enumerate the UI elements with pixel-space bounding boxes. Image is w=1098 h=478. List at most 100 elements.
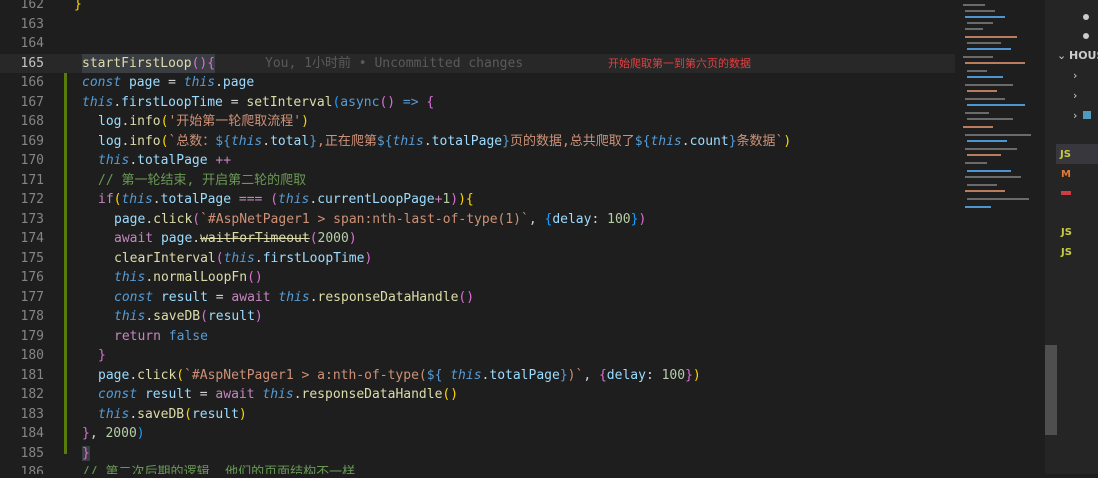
js-file-icon: JS bbox=[1061, 227, 1072, 238]
scrollbar-thumb[interactable] bbox=[1045, 345, 1057, 435]
code-text: }, 2000) bbox=[82, 426, 145, 441]
line-number: 177 bbox=[20, 289, 44, 305]
line-number: 165 bbox=[20, 55, 44, 71]
line-number: 172 bbox=[20, 192, 44, 207]
code-line[interactable]: 185 } bbox=[0, 444, 955, 464]
code-line[interactable]: 184 }, 2000) bbox=[0, 424, 955, 444]
code-text: } bbox=[98, 348, 106, 363]
code-text: } bbox=[74, 0, 82, 12]
code-line[interactable]: 163 bbox=[0, 15, 955, 35]
code-line[interactable]: 167 this.firstLoopTime = setInterval(asy… bbox=[0, 93, 955, 113]
folder-title: HOUS bbox=[1069, 49, 1098, 62]
code-text: } bbox=[82, 445, 90, 461]
line-number: 186 bbox=[20, 465, 44, 474]
code-text: log.info('开始第一轮爬取流程') bbox=[98, 114, 309, 129]
line-number: 184 bbox=[20, 426, 44, 441]
line-number: 170 bbox=[20, 153, 44, 168]
explorer-panel[interactable]: ⌄HOUS › › › JS M JS JS bbox=[1056, 0, 1098, 474]
line-number: 180 bbox=[20, 348, 44, 363]
code-line[interactable]: 183 this.saveDB(result) bbox=[0, 405, 955, 425]
line-number: 166 bbox=[20, 75, 44, 90]
code-text: log.info(`总数：${this.total},正在爬第${this.to… bbox=[98, 133, 792, 149]
line-number: 163 bbox=[20, 16, 44, 32]
js-file-icon: JS bbox=[1060, 149, 1071, 160]
line-number: 171 bbox=[20, 172, 44, 188]
explorer-folder[interactable]: › bbox=[1057, 86, 1098, 106]
code-line[interactable]: 178 this.saveDB(result) bbox=[0, 307, 955, 327]
line-number: 179 bbox=[20, 328, 44, 344]
line-number: 175 bbox=[20, 250, 44, 266]
code-line[interactable]: 175 clearInterval(this.firstLoopTime) bbox=[0, 249, 955, 269]
code-text: if(this.totalPage === (this.currentLoopP… bbox=[98, 192, 474, 207]
chevron-right-icon: › bbox=[1073, 109, 1078, 122]
code-line[interactable]: 174 await page.waitForTimeout(2000) bbox=[0, 229, 955, 249]
code-text: this.firstLoopTime = setInterval(async()… bbox=[82, 94, 435, 110]
minimap-preview bbox=[963, 4, 1031, 208]
code-line[interactable]: 182 const result = await this.responseDa… bbox=[0, 385, 955, 405]
code-line[interactable]: 170 this.totalPage ++ bbox=[0, 151, 955, 171]
explorer-folder[interactable]: › bbox=[1057, 106, 1098, 126]
explorer-file-active[interactable]: JS bbox=[1056, 144, 1098, 164]
line-number: 176 bbox=[20, 270, 44, 285]
explorer-folder[interactable]: › bbox=[1057, 66, 1098, 86]
code-line[interactable]: 164 bbox=[0, 34, 955, 54]
code-text: this.totalPage ++ bbox=[98, 153, 232, 168]
minimap[interactable] bbox=[955, 0, 1045, 474]
line-number: 185 bbox=[20, 445, 44, 461]
unsaved-dot-icon bbox=[1083, 33, 1089, 39]
line-number: 182 bbox=[20, 387, 44, 402]
line-number: 178 bbox=[20, 309, 44, 324]
markdown-file-icon: M bbox=[1061, 169, 1071, 180]
code-text: const page = this.page bbox=[82, 75, 255, 90]
code-line[interactable]: 166 const page = this.page bbox=[0, 73, 955, 93]
code-line[interactable]: 186 // 第二次后期的逻辑, 他们的页面结构不一样 bbox=[0, 463, 955, 474]
code-text: this.normalLoopFn() bbox=[114, 270, 263, 285]
unsaved-dot-icon bbox=[1083, 14, 1089, 20]
code-line[interactable]: 169 log.info(`总数：${this.total},正在爬第${thi… bbox=[0, 132, 955, 152]
code-comment: // 第二次后期的逻辑, 他们的页面结构不一样 bbox=[82, 465, 356, 474]
js-file-icon: JS bbox=[1061, 247, 1072, 258]
explorer-file[interactable] bbox=[1057, 182, 1098, 202]
code-text: this.saveDB(result) bbox=[114, 309, 263, 324]
code-line[interactable]: 162 } bbox=[0, 0, 955, 15]
chevron-down-icon: ⌄ bbox=[1057, 49, 1067, 62]
code-line[interactable]: 172 if(this.totalPage === (this.currentL… bbox=[0, 190, 955, 210]
code-line[interactable]: 176 this.normalLoopFn() bbox=[0, 268, 955, 288]
code-editor[interactable]: 162 } 163 164 165 startFirstLoop(){ You,… bbox=[0, 0, 955, 474]
code-line[interactable]: 179 return false bbox=[0, 327, 955, 347]
code-comment: // 第一轮结束, 开启第二轮的爬取 bbox=[98, 172, 307, 188]
folder-icon bbox=[1083, 111, 1092, 119]
line-number: 169 bbox=[20, 133, 44, 149]
line-number: 173 bbox=[20, 211, 44, 227]
code-text: page.click(`#AspNetPager1 > span:nth-las… bbox=[114, 211, 647, 227]
code-text: clearInterval(this.firstLoopTime) bbox=[114, 250, 373, 266]
explorer-file[interactable]: JS bbox=[1057, 222, 1098, 242]
code-line[interactable]: 181 page.click(`#AspNetPager1 > a:nth-of… bbox=[0, 366, 955, 386]
code-line[interactable]: 171 // 第一轮结束, 开启第二轮的爬取 bbox=[0, 171, 955, 191]
line-number: 183 bbox=[20, 406, 44, 422]
code-text: await page.waitForTimeout(2000) bbox=[114, 231, 357, 246]
code-line[interactable]: 180 } bbox=[0, 346, 955, 366]
line-number: 168 bbox=[20, 114, 44, 129]
code-text: const result = await this.responseDataHa… bbox=[98, 387, 459, 402]
chevron-right-icon: › bbox=[1073, 69, 1078, 82]
git-file-icon bbox=[1061, 191, 1071, 195]
line-number: 167 bbox=[20, 94, 44, 110]
line-number: 181 bbox=[20, 367, 44, 383]
code-line[interactable]: 173 page.click(`#AspNetPager1 > span:nth… bbox=[0, 210, 955, 230]
chevron-right-icon: › bbox=[1073, 89, 1078, 102]
code-text: return false bbox=[114, 328, 208, 344]
code-line[interactable]: 168 log.info('开始第一轮爬取流程') bbox=[0, 112, 955, 132]
code-text: this.saveDB(result) bbox=[98, 406, 247, 422]
code-text: const result = await this.responseDataHa… bbox=[114, 289, 475, 305]
explorer-folder-header[interactable]: ⌄HOUS bbox=[1057, 46, 1098, 66]
line-number: 174 bbox=[20, 231, 44, 246]
code-line[interactable]: 177 const result = await this.responseDa… bbox=[0, 288, 955, 308]
git-blame-annotation: You, 1小时前 • Uncommitted changes bbox=[265, 56, 524, 71]
code-text: startFirstLoop(){ bbox=[82, 53, 216, 73]
explorer-file[interactable]: JS bbox=[1057, 242, 1098, 262]
code-text: page.click(`#AspNetPager1 > a:nth-of-typ… bbox=[98, 367, 701, 383]
explorer-file[interactable]: M bbox=[1057, 164, 1098, 184]
red-annotation-text: 开始爬取第一到第六页的数据 bbox=[608, 57, 751, 70]
line-number: 162 bbox=[20, 0, 44, 12]
